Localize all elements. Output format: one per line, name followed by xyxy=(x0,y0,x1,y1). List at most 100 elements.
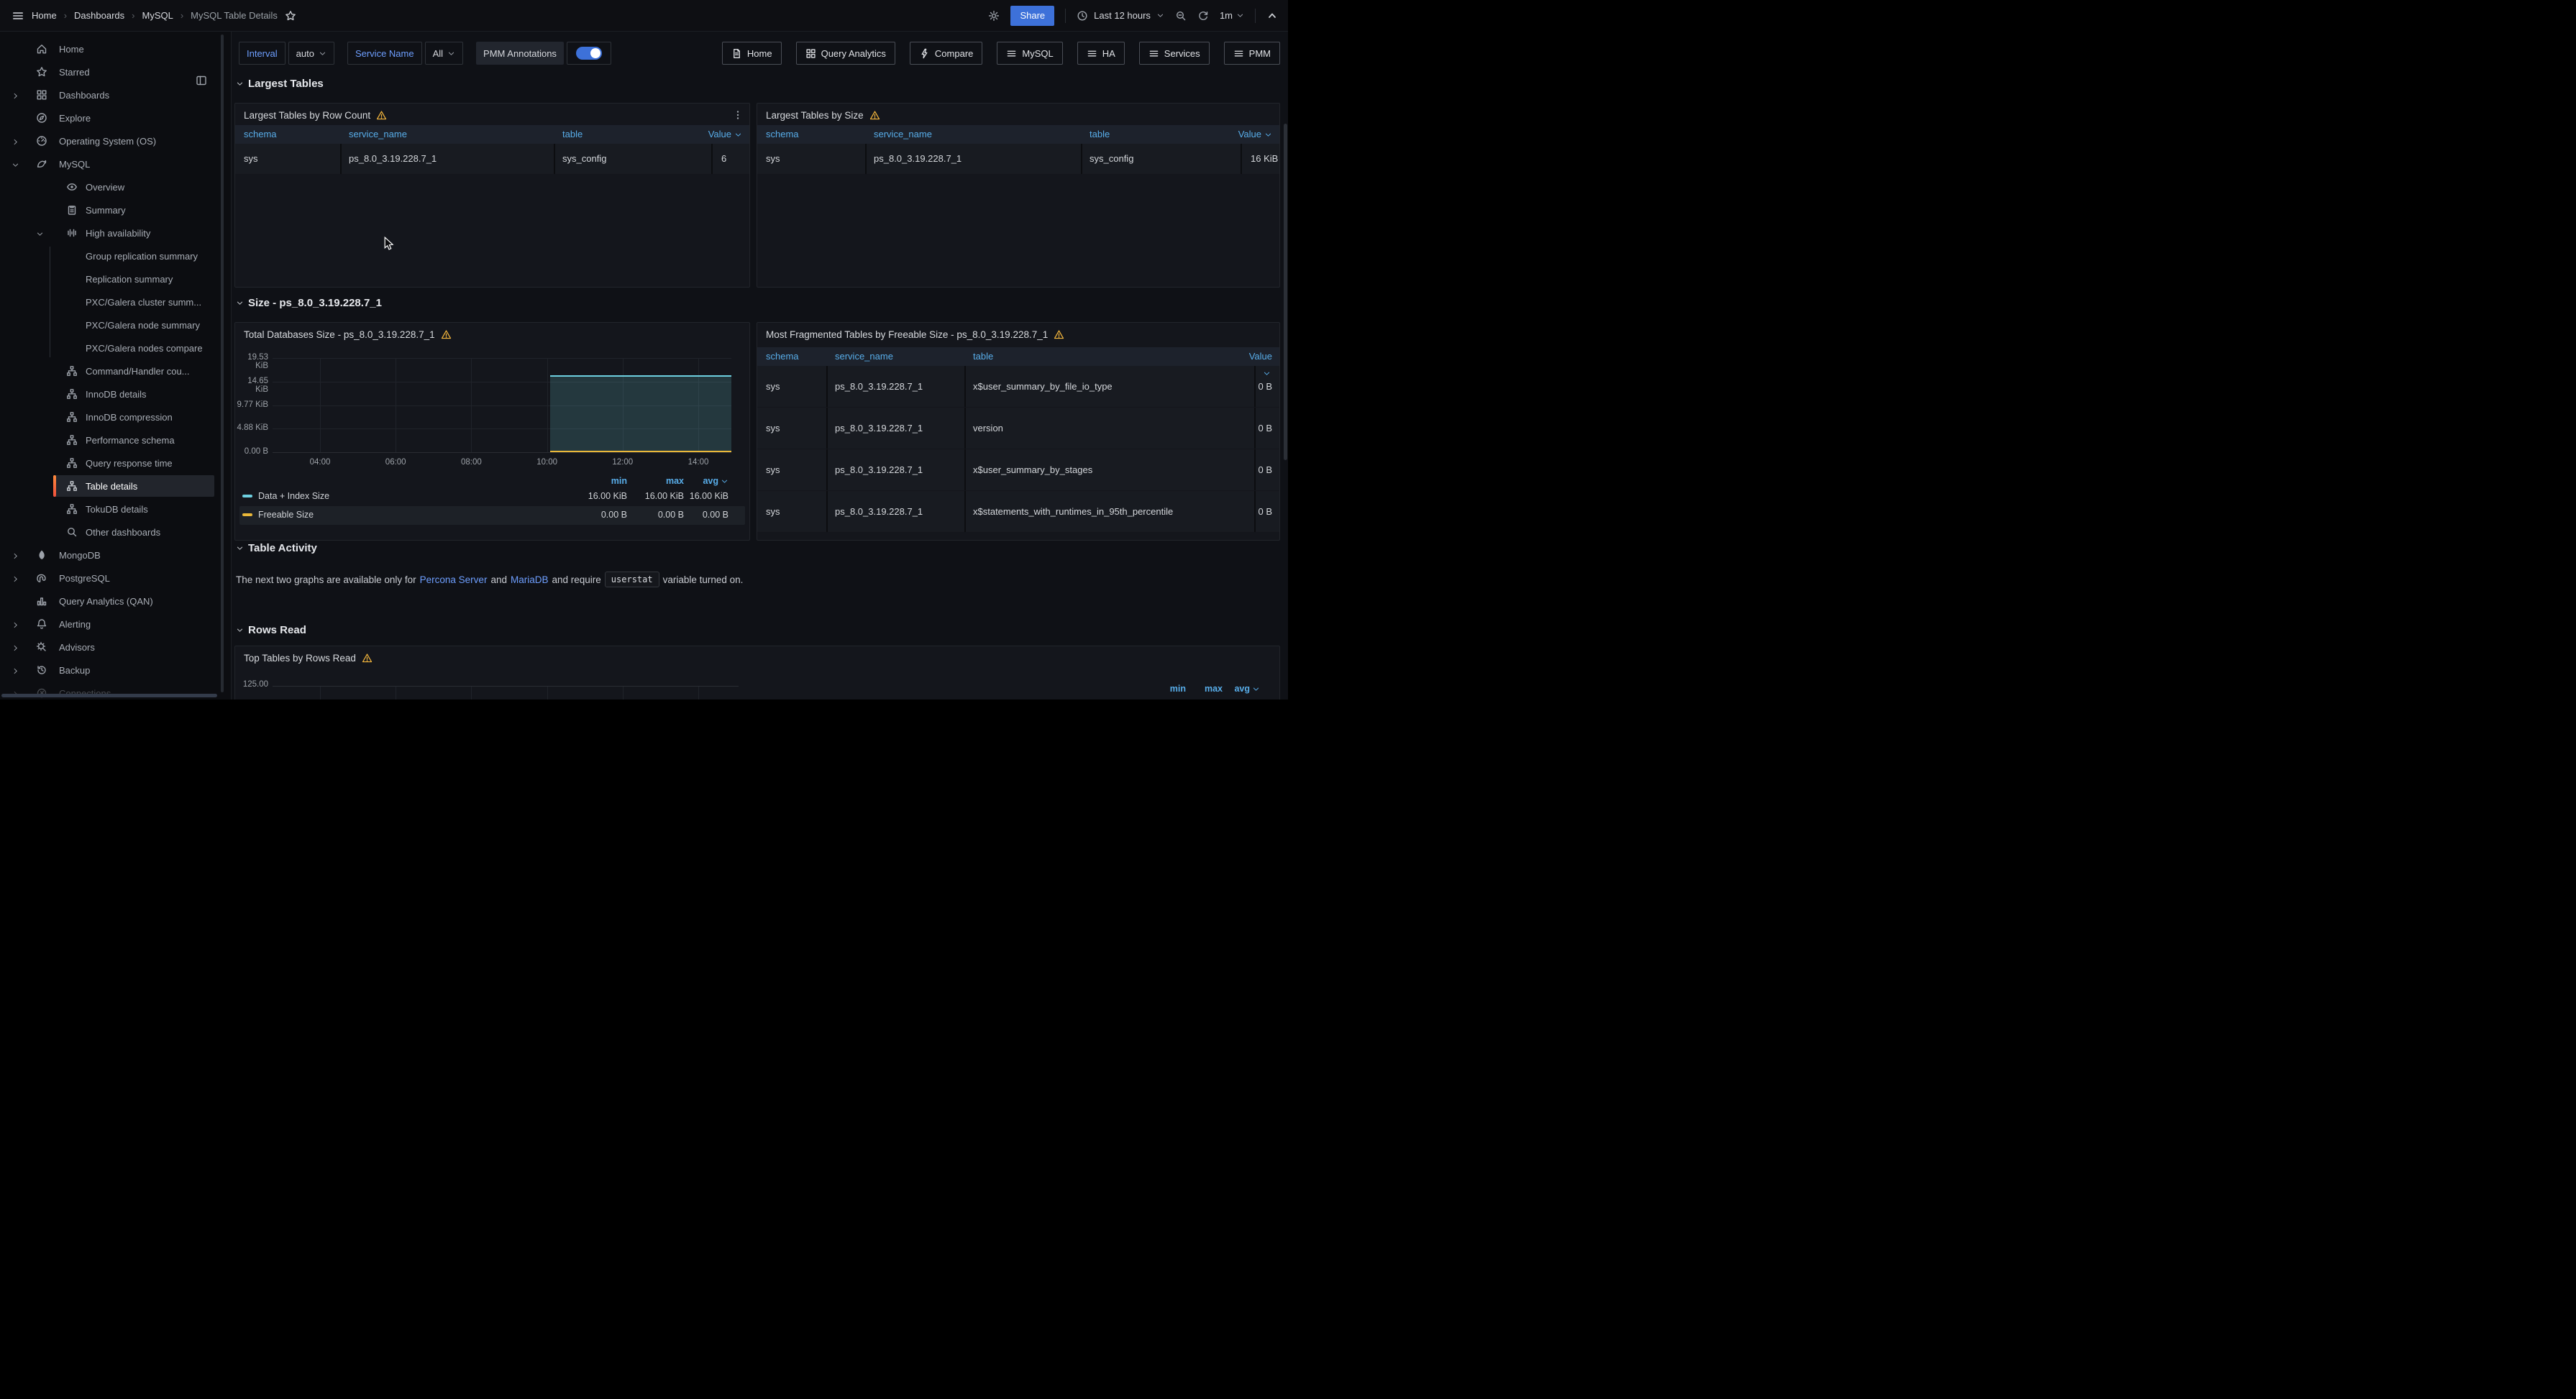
refresh-icon[interactable] xyxy=(1197,10,1209,22)
warning-icon[interactable] xyxy=(1054,329,1064,340)
breadcrumb-separator: › xyxy=(181,10,183,21)
breadcrumb-home[interactable]: Home xyxy=(32,10,57,21)
pmm-annotations-toggle[interactable] xyxy=(567,42,611,65)
sidebar-item-operating-system-os[interactable]: Operating System (OS) xyxy=(0,129,232,152)
section-rows-read[interactable]: Rows Read xyxy=(236,624,306,636)
percona-server-link[interactable]: Percona Server xyxy=(420,574,488,585)
content-vertical-scrollbar[interactable] xyxy=(1284,124,1287,460)
column-header-table[interactable]: table xyxy=(1090,125,1110,144)
dashboard-link-pmm[interactable]: PMM xyxy=(1224,42,1280,65)
warning-icon[interactable] xyxy=(441,329,452,340)
sidebar-item-other-dashboards[interactable]: Other dashboards xyxy=(0,520,232,543)
service-name-variable-select[interactable]: All xyxy=(425,42,463,65)
chevron-right-icon xyxy=(12,620,19,628)
collapse-navbar-caret-icon[interactable] xyxy=(1266,10,1278,22)
sidebar-item-advisors[interactable]: Advisors xyxy=(0,636,232,659)
mariadb-link[interactable]: MariaDB xyxy=(511,574,549,585)
table-row[interactable]: sysps_8.0_3.19.228.7_1x$user_summary_by_… xyxy=(757,449,1279,490)
warning-icon[interactable] xyxy=(869,110,880,121)
interval-variable-label: Interval xyxy=(239,42,286,65)
column-header-value[interactable]: Value xyxy=(1238,125,1272,144)
column-header-table[interactable]: table xyxy=(973,347,993,366)
section-table-activity[interactable]: Table Activity xyxy=(236,542,317,554)
column-header-value[interactable]: Value xyxy=(708,125,742,144)
sidebar-item-query-response-time[interactable]: Query response time xyxy=(0,451,232,474)
breadcrumb-mysql[interactable]: MySQL xyxy=(142,10,173,21)
legend-header-min[interactable]: min xyxy=(611,476,627,486)
section-size[interactable]: Size - ps_8.0_3.19.228.7_1 xyxy=(236,297,382,309)
sidebar-item-high-availability[interactable]: High availability xyxy=(0,221,232,244)
sidebar-item-mysql[interactable]: MySQL xyxy=(0,152,232,175)
sidebar-item-label: Table details xyxy=(86,481,137,492)
dashboard-link-ha[interactable]: HA xyxy=(1077,42,1125,65)
column-header-service_name[interactable]: service_name xyxy=(835,347,893,366)
sidebar-item-home[interactable]: Home xyxy=(0,37,232,60)
sidebar-item-pxc-galera-cluster-summ[interactable]: PXC/Galera cluster summ... xyxy=(0,290,232,313)
legend-header-avg[interactable]: avg xyxy=(703,476,729,486)
interval-variable-select[interactable]: auto xyxy=(288,42,334,65)
pmm-mysql-table-details-screen: Home › Dashboards › MySQL › MySQL Table … xyxy=(0,0,1288,700)
bell-icon xyxy=(36,618,47,630)
sidebar-item-group-replication-summary[interactable]: Group replication summary xyxy=(0,244,232,267)
time-range-picker[interactable]: Last 12 hours xyxy=(1077,10,1164,22)
hamburger-menu-icon[interactable] xyxy=(12,9,24,22)
table-row[interactable]: sysps_8.0_3.19.228.7_1sys_config6 xyxy=(235,144,749,174)
column-header-value[interactable]: Value xyxy=(1249,347,1272,366)
sidebar-item-label: Other dashboards xyxy=(86,527,160,538)
table-row[interactable]: sysps_8.0_3.19.228.7_1x$user_summary_by_… xyxy=(757,366,1279,407)
sidebar-horizontal-scrollbar[interactable] xyxy=(1,694,217,697)
dashboard-link-mysql[interactable]: MySQL xyxy=(997,42,1062,65)
column-header-schema[interactable]: schema xyxy=(766,125,799,144)
legend-series-data-index-size[interactable]: Data + Index Size xyxy=(242,491,329,501)
dashboard-settings-gear-icon[interactable] xyxy=(988,10,1000,22)
dashboard-link-services[interactable]: Services xyxy=(1139,42,1210,65)
sidebar-item-mongodb[interactable]: MongoDB xyxy=(0,543,232,567)
legend-header-min[interactable]: min xyxy=(1170,684,1186,694)
sidebar-item-tokudb-details[interactable]: TokuDB details xyxy=(0,497,232,520)
sidebar-item-summary[interactable]: Summary xyxy=(0,198,232,221)
column-header-schema[interactable]: schema xyxy=(244,125,277,144)
sidebar-item-overview[interactable]: Overview xyxy=(0,175,232,198)
sidebar-item-alerting[interactable]: Alerting xyxy=(0,613,232,636)
favorite-star-icon[interactable] xyxy=(285,10,296,22)
sidebar-item-query-analytics-qan[interactable]: Query Analytics (QAN) xyxy=(0,590,232,613)
panel-menu-kebab-icon[interactable] xyxy=(732,109,744,121)
sidebar-item-replication-summary[interactable]: Replication summary xyxy=(0,267,232,290)
column-header-table[interactable]: table xyxy=(562,125,583,144)
sidebar-item-postgresql[interactable]: PostgreSQL xyxy=(0,567,232,590)
sidebar-item-table-details[interactable]: Table details xyxy=(0,474,232,497)
zoom-out-time-icon[interactable] xyxy=(1175,10,1187,22)
sidebar-item-innodb-details[interactable]: InnoDB details xyxy=(0,382,232,405)
sidebar-item-backup[interactable]: Backup xyxy=(0,659,232,682)
legend-header-max[interactable]: max xyxy=(666,476,684,486)
section-largest-tables[interactable]: Largest Tables xyxy=(236,78,324,90)
sidebar-item-pxc-galera-nodes-compare[interactable]: PXC/Galera nodes compare xyxy=(0,336,232,359)
table-row[interactable]: sysps_8.0_3.19.228.7_1sys_config16 KiB xyxy=(757,144,1279,174)
gridline xyxy=(273,452,731,453)
userstat-code-chip: userstat xyxy=(605,572,659,587)
table-row[interactable]: sysps_8.0_3.19.228.7_1x$statements_with_… xyxy=(757,491,1279,532)
collapse-sidebar-icon[interactable] xyxy=(196,75,207,86)
dashboard-link-query-analytics[interactable]: Query Analytics xyxy=(796,42,895,65)
legend-header-avg[interactable]: avg xyxy=(1234,684,1260,694)
sidebar-item-explore[interactable]: Explore xyxy=(0,106,232,129)
legend-series-freeable-size[interactable]: Freeable Size xyxy=(242,510,314,520)
dashboard-link-home[interactable]: Home xyxy=(722,42,782,65)
share-button[interactable]: Share xyxy=(1010,6,1054,26)
breadcrumb-dashboards[interactable]: Dashboards xyxy=(74,10,124,21)
sidebar-item-pxc-galera-node-summary[interactable]: PXC/Galera node summary xyxy=(0,313,232,336)
column-header-schema[interactable]: schema xyxy=(766,347,799,366)
sidebar-vertical-scrollbar[interactable] xyxy=(221,35,224,692)
refresh-interval-picker[interactable]: 1m xyxy=(1220,10,1244,21)
sidebar-item-command-handler-cou[interactable]: Command/Handler cou... xyxy=(0,359,232,382)
table-row[interactable]: sysps_8.0_3.19.228.7_1version0 B xyxy=(757,408,1279,449)
sidebar-item-dashboards[interactable]: Dashboards xyxy=(0,83,232,106)
warning-icon[interactable] xyxy=(362,653,373,664)
legend-header-max[interactable]: max xyxy=(1205,684,1223,694)
warning-icon[interactable] xyxy=(376,110,387,121)
sidebar-item-performance-schema[interactable]: Performance schema xyxy=(0,428,232,451)
sidebar-item-innodb-compression[interactable]: InnoDB compression xyxy=(0,405,232,428)
dashboard-link-compare[interactable]: Compare xyxy=(910,42,982,65)
column-header-service_name[interactable]: service_name xyxy=(874,125,932,144)
column-header-service_name[interactable]: service_name xyxy=(349,125,407,144)
